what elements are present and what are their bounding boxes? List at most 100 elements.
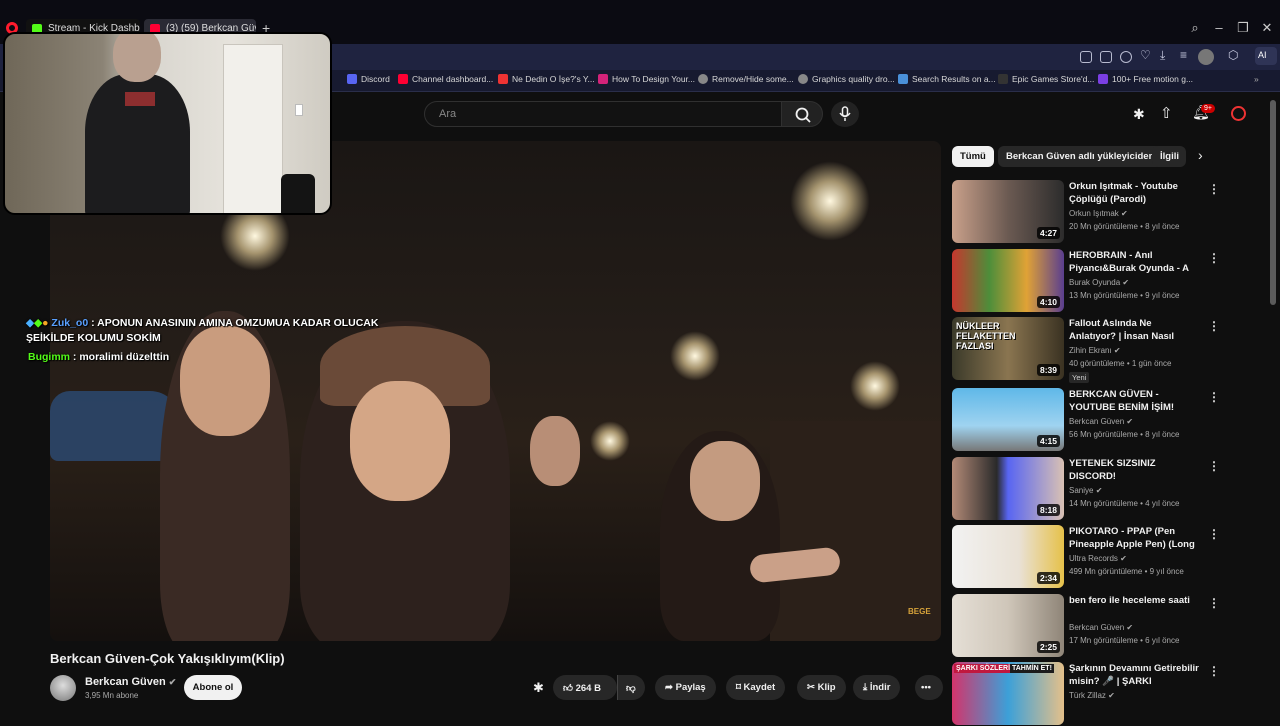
channel-name-text: Saniye	[1069, 486, 1094, 495]
video-thumbnail[interactable]: 4:10	[952, 249, 1064, 312]
maximize-icon[interactable]: ❐	[1233, 20, 1253, 36]
scrollbar[interactable]	[1270, 100, 1276, 305]
more-options-icon[interactable]: ⋮	[1208, 390, 1220, 404]
profile-avatar[interactable]	[1198, 49, 1214, 65]
video-thumbnail[interactable]: NÜKLEER FELAKETTEN FAZLASI 8:39	[952, 317, 1064, 380]
verified-icon: ✔	[1095, 486, 1103, 495]
recommendation-title[interactable]: HEROBRAIN - Anıl Piyancı&Burak Oyunda - …	[1069, 249, 1199, 275]
upload-icon[interactable]: ⇧	[1160, 104, 1173, 122]
extension-icon[interactable]: ⬡	[1228, 48, 1238, 62]
search-placeholder: Ara	[439, 108, 457, 120]
chat-username: Zuk_o0	[51, 317, 89, 329]
recommendation-title[interactable]: YETENEK SIZSINIZ DISCORD!	[1069, 457, 1199, 483]
chip-related[interactable]: İlgili	[1152, 146, 1186, 167]
heart-icon[interactable]: ♡	[1140, 48, 1151, 62]
recommendation-meta: 20 Mn görüntüleme • 8 yıl önce	[1069, 222, 1180, 231]
download-icon: ⤓	[863, 682, 868, 693]
video-watermark: BEGE	[908, 607, 931, 616]
search-input[interactable]: Ara	[424, 101, 782, 127]
save-button[interactable]: ⌑ Kaydet	[726, 675, 786, 700]
edit-icon[interactable]	[1080, 51, 1092, 63]
recommendation-item[interactable]: 2:25 ben fero ile heceleme saati Berkcan G…	[952, 594, 1220, 658]
video-thumbnail[interactable]: 2:34	[952, 525, 1064, 588]
recommendation-channel[interactable]: Berkcan Güven ✔	[1069, 623, 1133, 632]
close-window-icon[interactable]: ✕	[1257, 20, 1277, 36]
chip-from-uploader[interactable]: Berkcan Güven adlı yükleyiciden	[998, 146, 1163, 167]
recommendation-channel[interactable]: Ultra Records ✔	[1069, 554, 1127, 563]
more-bookmarks-icon[interactable]: »	[1254, 74, 1259, 84]
recommendation-title[interactable]: Fallout Aslında Ne Anlatıyor? | İnsan Na…	[1069, 317, 1199, 343]
webcam-overlay	[3, 32, 332, 215]
chip-all[interactable]: Tümü	[952, 146, 994, 167]
recommendation-channel[interactable]: Burak Oyunda ✔	[1069, 278, 1129, 287]
bookmark-search-results[interactable]: Search Results on a...	[898, 74, 996, 84]
video-thumbnail[interactable]: 4:15	[952, 388, 1064, 451]
search-button[interactable]	[781, 101, 823, 127]
recommendation-title[interactable]: Şarkının Devamını Getirebilir misin? 🎤 |…	[1069, 662, 1199, 688]
github-icon	[798, 74, 808, 84]
menu-icon[interactable]: ≡	[1180, 48, 1187, 62]
clip-button[interactable]: ✂ Klip	[797, 675, 846, 700]
video-thumbnail[interactable]: ŞARKI SÖZLERİNİ TAHMİN ET!	[952, 662, 1064, 725]
recommendation-channel[interactable]: Saniye ✔	[1069, 486, 1102, 495]
more-options-icon[interactable]: ⋮	[1208, 251, 1220, 265]
recommendation-channel[interactable]: Berkcan Güven ✔	[1069, 417, 1133, 426]
more-actions-button[interactable]: •••	[915, 675, 943, 700]
recommendation-item[interactable]: 2:34 PIKOTARO - PPAP (Pen Pineapple Apple…	[952, 525, 1220, 589]
bookmark-epic-games[interactable]: Epic Games Store'd...	[998, 74, 1094, 84]
remix-icon[interactable]: ✱	[533, 680, 544, 696]
more-options-icon[interactable]: ⋮	[1208, 459, 1220, 473]
share-button[interactable]: ➦ Paylaş	[655, 675, 716, 700]
download-icon[interactable]: ⤓	[1160, 48, 1165, 63]
recommendation-title[interactable]: PIKOTARO - PPAP (Pen Pineapple Apple Pen…	[1069, 525, 1199, 551]
recommendation-item[interactable]: 4:27 Orkun Işıtmak - Youtube Çöplüğü (Par…	[952, 180, 1220, 244]
recommendation-channel[interactable]: Türk Zillaz ✔	[1069, 691, 1115, 700]
recommendation-title[interactable]: BERKCAN GÜVEN - YOUTUBE BENİM İŞİM! (DIS…	[1069, 388, 1199, 414]
bookmark-motion-graphics[interactable]: 100+ Free motion g...	[1098, 74, 1193, 84]
dislike-button[interactable]: 👎︎	[617, 675, 645, 700]
download-button[interactable]: ⤓ İndir	[853, 675, 901, 700]
ai-button[interactable]: AI	[1255, 47, 1277, 65]
more-options-icon[interactable]: ⋮	[1208, 664, 1220, 678]
create-icon[interactable]: ✱	[1133, 106, 1145, 123]
search-tabs-icon[interactable]: ⌕	[1185, 20, 1205, 36]
bookmark-remove-hide[interactable]: Remove/Hide some...	[698, 74, 794, 84]
recommendation-title[interactable]: Orkun Işıtmak - Youtube Çöplüğü (Parodi)	[1069, 180, 1199, 206]
light-switch	[295, 104, 303, 116]
recommendation-item[interactable]: NÜKLEER FELAKETTEN FAZLASI 8:39 Fallout As…	[952, 317, 1220, 383]
video-thumbnail[interactable]: 4:27	[952, 180, 1064, 243]
account-avatar[interactable]	[1231, 106, 1246, 121]
share-label: Paylaş	[675, 682, 706, 693]
recommendation-item[interactable]: ŞARKI SÖZLERİNİ TAHMİN ET! Şarkının Devamı…	[952, 662, 1220, 726]
channel-avatar[interactable]	[50, 675, 76, 701]
bookmark-graphics-quality[interactable]: Graphics quality dro...	[798, 74, 895, 84]
chat-message: ◆◆● Zuk_o0 : APONUN ANASININ AMINA OMZUM…	[26, 317, 378, 329]
bookmark-discord[interactable]: Discord	[347, 74, 390, 84]
bookmark-how-to-design[interactable]: How To Design Your...	[598, 74, 695, 84]
recommendation-channel[interactable]: Zihin Ekranı ✔	[1069, 346, 1121, 355]
voice-search-button[interactable]	[831, 101, 859, 127]
bookmark-channel-dashboard[interactable]: Channel dashboard...	[398, 74, 493, 84]
video-player[interactable]: BEGE	[50, 141, 941, 641]
recommendation-channel[interactable]: Orkun Işıtmak ✔	[1069, 209, 1128, 218]
shield-icon[interactable]	[1120, 51, 1132, 63]
minimize-icon[interactable]: –	[1209, 20, 1229, 35]
more-options-icon[interactable]: ⋮	[1208, 182, 1220, 196]
recommendation-title[interactable]: ben fero ile heceleme saati	[1069, 594, 1199, 607]
bookmark-ne-dedin[interactable]: Ne Dedin O İşe?'s Y...	[498, 74, 595, 84]
more-options-icon[interactable]: ⋮	[1208, 527, 1220, 541]
channel-name[interactable]: Berkcan Güven ✔	[85, 676, 176, 688]
video-thumbnail[interactable]: 8:18	[952, 457, 1064, 520]
recommendation-item[interactable]: 8:18 YETENEK SIZSINIZ DISCORD! Saniye ✔ 14 …	[952, 457, 1220, 521]
recommendation-item[interactable]: 4:15 BERKCAN GÜVEN - YOUTUBE BENİM İŞİM! …	[952, 388, 1220, 452]
chevron-right-icon[interactable]: ›	[1198, 147, 1203, 163]
more-options-icon[interactable]: ⋮	[1208, 596, 1220, 610]
recommendation-item[interactable]: 4:10 HEROBRAIN - Anıl Piyancı&Burak Oyund…	[952, 249, 1220, 313]
camera-icon[interactable]	[1100, 51, 1112, 63]
video-duration: 4:10	[1036, 296, 1060, 308]
more-options-icon[interactable]: ⋮	[1208, 319, 1220, 333]
like-button[interactable]: 👍︎ 264 B	[553, 675, 617, 700]
subscribe-button[interactable]: Abone ol	[184, 675, 242, 700]
chair	[281, 174, 315, 213]
video-thumbnail[interactable]: 2:25	[952, 594, 1064, 657]
